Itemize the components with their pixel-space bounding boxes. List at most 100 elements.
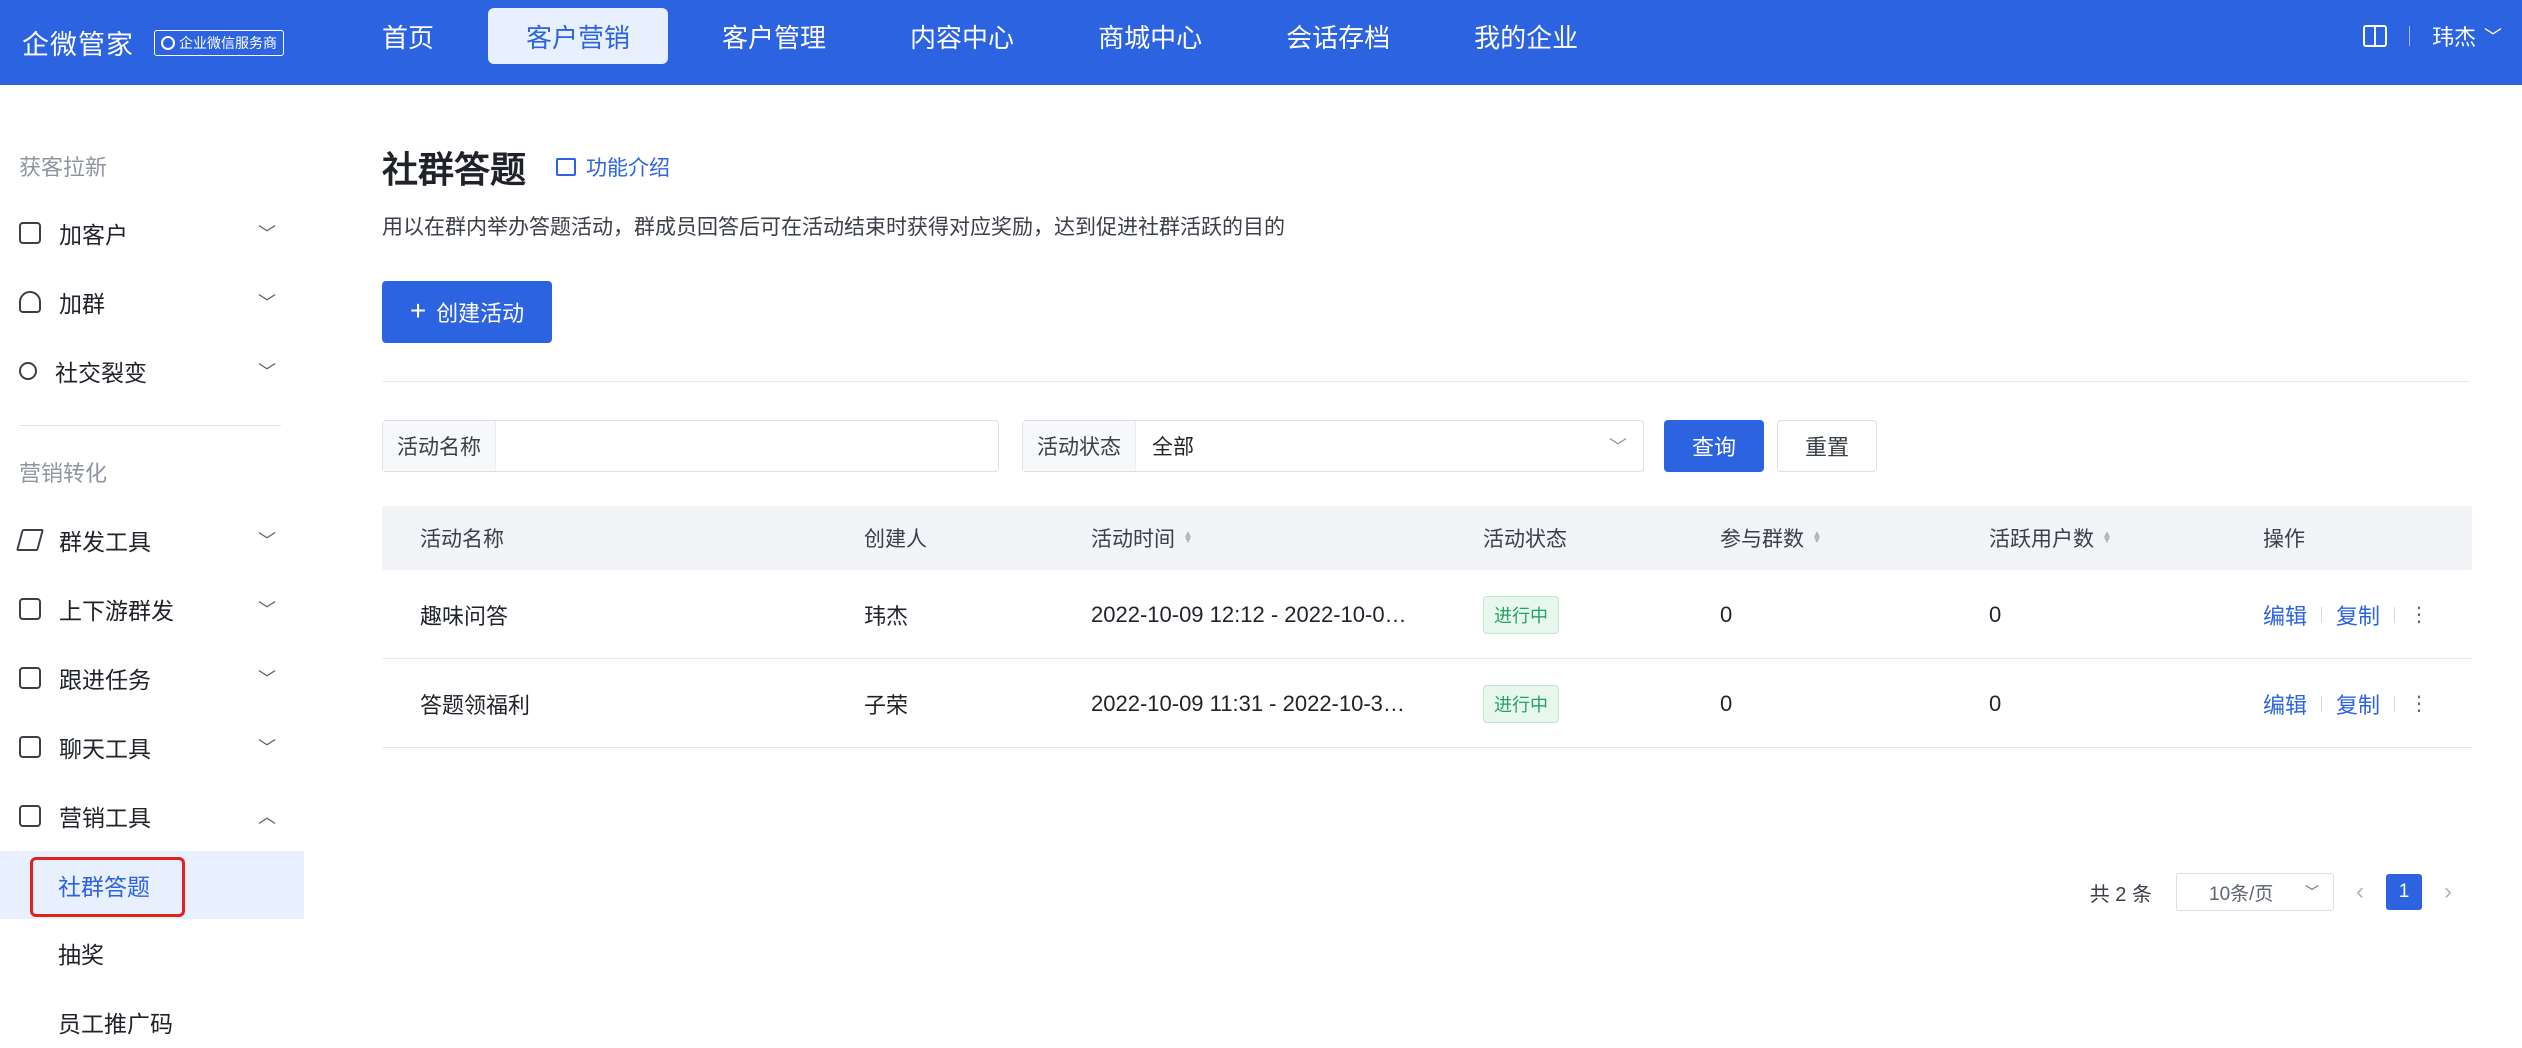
sort-icon[interactable]: ▲ ▼	[2102, 530, 2112, 546]
task-list-icon	[19, 667, 41, 689]
nav-chat-archive[interactable]: 会话存档	[1256, 8, 1420, 64]
sidebar-item-label: 群发工具	[59, 529, 151, 555]
sidebar-item-label: 聊天工具	[59, 736, 151, 762]
header-groups[interactable]: 参与群数 ▲ ▼	[1720, 523, 1822, 553]
cell-status: 进行中	[1483, 570, 1559, 659]
sidebar-item-group-send[interactable]: 群发工具 ﹀	[0, 510, 304, 570]
pagination: 共 2 条 10条/页 ﹀ ‹ 1 ›	[2090, 873, 2474, 911]
sidebar-item-label: 营销工具	[59, 805, 151, 831]
chat-icon	[19, 736, 41, 758]
sidebar-item-follow-task[interactable]: 跟进任务 ﹀	[0, 648, 304, 708]
sidebar-subitem-quiz[interactable]: 社群答题	[0, 851, 304, 919]
nav-content-center[interactable]: 内容中心	[880, 8, 1044, 64]
header-status: 活动状态	[1483, 528, 1567, 551]
reset-button[interactable]: 重置	[1777, 420, 1877, 472]
header-active-users-label: 活跃用户数	[1989, 528, 2094, 551]
activity-status-select[interactable]: 活动状态 全部 ﹀	[1022, 420, 1644, 472]
help-book-icon[interactable]	[2362, 25, 2387, 47]
book-icon	[556, 158, 576, 176]
sidebar-item-marketing-tool[interactable]: 营销工具 ︿	[0, 786, 304, 846]
activity-table: 活动名称 创建人 活动时间 ▲ ▼ 活动状态 参与群数 ▲ ▼ 活跃用户数 ▲ ▼ 操…	[382, 506, 2472, 748]
cell-time: 2022-10-09 11:31 - 2022-10-3…	[1091, 690, 1405, 716]
divider	[2394, 695, 2396, 712]
cell-name: 趣味问答	[420, 603, 509, 629]
sidebar-item-label: 加客户	[59, 222, 128, 248]
chevron-up-icon: ︿	[258, 807, 276, 827]
user-menu[interactable]: 玮杰 ﹀	[2432, 20, 2502, 52]
sidebar-subitem-staff-qr[interactable]: 员工推广码	[0, 988, 304, 1048]
chevron-down-icon: ﹀	[258, 738, 276, 758]
sidebar-item-label: 社交裂变	[55, 360, 147, 386]
section-title-acquisition: 获客拉新	[19, 155, 108, 180]
chevron-down-icon: ﹀	[258, 600, 276, 620]
cell-status: 进行中	[1483, 659, 1559, 748]
more-options-icon[interactable]: ⋮	[2409, 602, 2429, 627]
table-header: 活动名称 创建人 活动时间 ▲ ▼ 活动状态 参与群数 ▲ ▼ 活跃用户数 ▲ ▼ 操…	[382, 506, 2472, 570]
sidebar-item-chat-tool[interactable]: 聊天工具 ﹀	[0, 717, 304, 777]
chevron-down-icon: ﹀	[258, 531, 276, 551]
nav-mall-center[interactable]: 商城中心	[1068, 8, 1232, 64]
top-navbar: 企微管家 企业微信服务商 首页 客户营销 客户管理 内容中心 商城中心 会话存档…	[0, 0, 2522, 85]
main-content: 社群答题 功能介绍 用以在群内举办答题活动，群成员回答后可在活动结束时获得对应奖…	[318, 85, 2522, 1048]
cell-creator: 玮杰	[864, 603, 909, 629]
edit-link[interactable]: 编辑	[2263, 599, 2307, 631]
create-activity-button[interactable]: + 创建活动	[382, 281, 552, 343]
sort-icon[interactable]: ▲ ▼	[1183, 530, 1193, 546]
sidebar-item-social-fission[interactable]: 社交裂变 ﹀	[0, 341, 304, 401]
nav-customer-marketing[interactable]: 客户营销	[488, 8, 669, 64]
prev-page-icon[interactable]: ‹	[2356, 878, 2364, 906]
sort-icon[interactable]: ▲ ▼	[1812, 530, 1822, 546]
status-badge: 进行中	[1483, 595, 1559, 634]
chevron-down-icon: ﹀	[2305, 884, 2319, 900]
chevron-down-icon: ﹀	[2484, 27, 2502, 47]
feature-intro-link[interactable]: 功能介绍	[556, 152, 670, 182]
file-user-icon	[19, 598, 41, 620]
cell-active-users: 0	[1989, 601, 2002, 627]
cell-creator: 子荣	[864, 692, 909, 718]
header-active-users[interactable]: 活跃用户数 ▲ ▼	[1989, 523, 2112, 553]
chevron-down-icon: ﹀	[258, 669, 276, 689]
nav-home[interactable]: 首页	[352, 8, 464, 64]
send-icon	[16, 529, 44, 551]
section-title-conversion: 营销转化	[19, 461, 108, 486]
header-creator: 创建人	[864, 528, 927, 551]
header-time-label: 活动时间	[1091, 528, 1175, 551]
sidebar-item-label: 加群	[59, 291, 105, 317]
cell-groups: 0	[1720, 601, 1733, 627]
brand[interactable]: 企微管家 企业微信服务商	[22, 23, 284, 62]
sidebar-subitem-label: 抽奖	[58, 942, 104, 968]
main-nav: 首页 客户营销 客户管理 内容中心 商城中心 会话存档 我的企业	[352, 8, 1632, 64]
activity-name-filter-label: 活动名称	[383, 421, 496, 471]
sidebar-item-add-customer[interactable]: 加客户 ﹀	[0, 203, 304, 263]
page-size-select[interactable]: 10条/页 ﹀	[2176, 873, 2334, 911]
edit-link[interactable]: 编辑	[2263, 688, 2307, 720]
query-button[interactable]: 查询	[1664, 420, 1764, 472]
divider	[2321, 606, 2323, 623]
sidebar-item-add-group[interactable]: 加群 ﹀	[0, 272, 304, 332]
divider	[2408, 26, 2410, 46]
activity-status-filter-label: 活动状态	[1023, 421, 1136, 471]
brand-name: 企微管家	[22, 30, 134, 60]
cell-actions: 编辑 复制 ⋮	[2263, 570, 2429, 659]
nav-my-company[interactable]: 我的企业	[1444, 8, 1608, 64]
next-page-icon[interactable]: ›	[2444, 878, 2452, 906]
more-options-icon[interactable]: ⋮	[2409, 691, 2429, 716]
sidebar-item-label: 上下游群发	[59, 598, 174, 624]
page-number-current[interactable]: 1	[2386, 874, 2422, 910]
nav-customer-management[interactable]: 客户管理	[692, 8, 856, 64]
highlight-box	[30, 857, 185, 917]
header-actions: 操作	[2263, 528, 2305, 551]
chart-icon	[19, 805, 41, 827]
copy-link[interactable]: 复制	[2336, 599, 2380, 631]
sidebar-item-updown-send[interactable]: 上下游群发 ﹀	[0, 579, 304, 639]
cell-groups: 0	[1720, 690, 1733, 716]
cell-name: 答题领福利	[420, 692, 531, 718]
sidebar-subitem-lottery[interactable]: 抽奖	[0, 919, 304, 987]
activity-name-input[interactable]	[496, 421, 998, 471]
copy-link[interactable]: 复制	[2336, 688, 2380, 720]
status-badge: 进行中	[1483, 684, 1559, 723]
cell-time: 2022-10-09 12:12 - 2022-10-0…	[1091, 601, 1407, 627]
user-name: 玮杰	[2431, 25, 2476, 50]
header-time[interactable]: 活动时间 ▲ ▼	[1091, 523, 1193, 553]
divider	[2394, 606, 2396, 623]
